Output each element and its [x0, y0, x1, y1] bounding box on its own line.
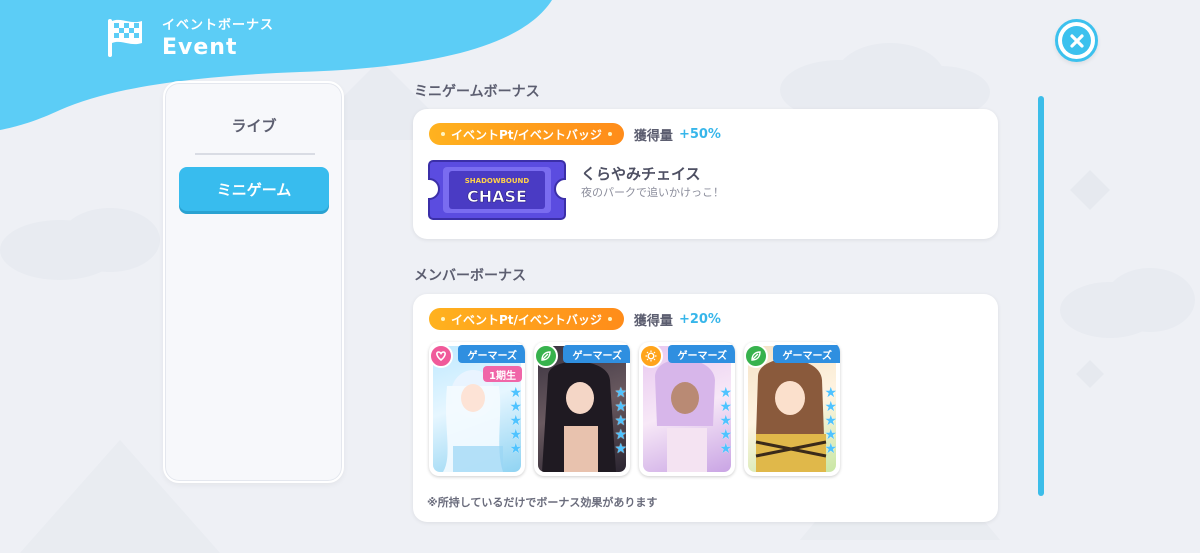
star-rating: ★ ★ ★ ★ ★: [614, 385, 627, 457]
game-ticket-logo: SHADOWBOUND CHASE: [428, 160, 566, 220]
sidebar: ライブ ミニゲーム: [163, 81, 344, 483]
event-pt-badge: イベントPt/イベントバッジ: [429, 123, 624, 145]
gain-label: 獲得量: [633, 313, 673, 329]
game-description: 夜のパークで追いかけっこ！: [581, 186, 724, 199]
svg-text:SHADOWBOUND: SHADOWBOUND: [465, 177, 530, 185]
member-card[interactable]: ゲーマーズ ★ ★ ★ ★ ★: [534, 342, 630, 476]
member-card[interactable]: ゲーマーズ ★ ★ ★ ★ ★: [639, 342, 735, 476]
close-button[interactable]: [1055, 19, 1098, 62]
leaf-icon: [744, 344, 768, 368]
page-header: イベントボーナス Event: [104, 14, 274, 60]
page-title: Event: [162, 35, 238, 60]
event-pt-badge: イベントPt/イベントバッジ: [429, 308, 624, 330]
generation-tag: 1期生: [483, 366, 522, 382]
member-section-title: メンバーボーナス: [414, 268, 526, 284]
close-icon: [1069, 33, 1084, 48]
unit-tag: ゲーマーズ: [667, 345, 735, 363]
member-bonus-card: イベントPt/イベントバッジ 獲得量 +20% ゲーマーズ 1期生 ★ ★ ★ ★ ★: [413, 294, 998, 522]
sidebar-item-minigame[interactable]: ミニゲーム: [179, 167, 329, 211]
gain-label: 獲得量: [633, 128, 673, 144]
star-rating: ★ ★ ★ ★ ★: [824, 385, 837, 457]
member-card[interactable]: ゲーマーズ 1期生 ★ ★ ★ ★ ★: [429, 342, 525, 476]
event-pt-badge-label: イベントPt/イベントバッジ: [451, 127, 602, 142]
game-name: くらやみチェイス: [581, 165, 701, 183]
checkered-flag-icon: [108, 19, 142, 57]
member-card-list: ゲーマーズ 1期生 ★ ★ ★ ★ ★ ゲーマーズ ★ ★ ★ ★ ★ ゲーマー…: [429, 342, 840, 476]
minigame-bonus-card: イベントPt/イベントバッジ 獲得量 +50% SHADOWBOUND CHAS…: [413, 109, 998, 239]
header-subtitle: イベントボーナス: [162, 18, 275, 33]
sidebar-item-live[interactable]: ライブ: [179, 103, 329, 147]
member-card[interactable]: ゲーマーズ ★ ★ ★ ★ ★: [744, 342, 840, 476]
event-pt-badge-label: イベントPt/イベントバッジ: [451, 312, 602, 327]
star-rating: ★ ★ ★ ★ ★: [509, 385, 522, 457]
bonus-note: ※所持しているだけでボーナス効果があります: [427, 496, 658, 509]
minigame-section-title: ミニゲームボーナス: [414, 84, 540, 100]
star-rating: ★ ★ ★ ★ ★: [719, 385, 732, 457]
gain-value: +20%: [678, 311, 721, 327]
svg-text:CHASE: CHASE: [467, 187, 527, 206]
leaf-icon: [534, 344, 558, 368]
sidebar-divider: [195, 153, 315, 155]
heart-icon: [429, 344, 453, 368]
scrollbar[interactable]: [1038, 96, 1044, 496]
unit-tag: ゲーマーズ: [457, 345, 525, 363]
unit-tag: ゲーマーズ: [772, 345, 840, 363]
gain-value: +50%: [678, 126, 721, 142]
sun-icon: [639, 344, 663, 368]
unit-tag: ゲーマーズ: [562, 345, 630, 363]
